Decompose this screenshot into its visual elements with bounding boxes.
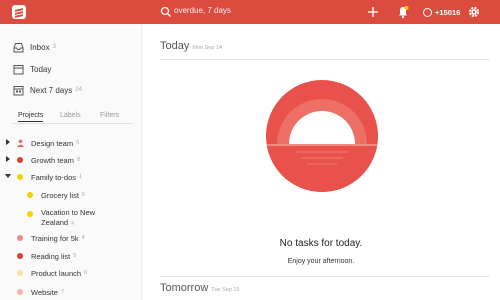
project-color-dot: [27, 192, 33, 198]
section-today-header: Today Mon Sep 14: [160, 40, 222, 52]
sidebar-tabs: Projects Labels Filters: [13, 110, 133, 124]
expand-arrow-icon[interactable]: [6, 139, 10, 145]
sunset-illustration: [266, 80, 378, 192]
project-count: 8: [76, 157, 80, 163]
section-date: Tue Sep 15: [211, 287, 240, 293]
project-training-5k[interactable]: Training for 5k 4: [17, 232, 85, 244]
bell-icon[interactable]: [396, 5, 410, 19]
section-tomorrow-header: Tomorrow Tue Sep 15: [160, 282, 240, 294]
project-count: 7: [60, 289, 65, 295]
nav-count: 3: [52, 44, 56, 50]
top-bar: overdue, 7 days +15016: [0, 0, 500, 24]
nav-next-7-days[interactable]: Next 7 days 24: [13, 83, 82, 97]
karma-icon: [423, 7, 432, 17]
project-count: 6: [76, 140, 80, 146]
project-label: Grocery list: [41, 190, 79, 200]
plus-icon[interactable]: [366, 5, 380, 19]
main-content: Today Mon Sep 14 No tasks for today. Enjo…: [142, 24, 500, 300]
project-color-dot: [17, 235, 23, 241]
search-input[interactable]: overdue, 7 days: [174, 6, 231, 15]
project-reading-list[interactable]: Reading list 5: [17, 250, 76, 262]
sidebar: Inbox 3 Today Next 7 days 24 Projects La…: [0, 24, 142, 300]
project-growth-team[interactable]: Growth team 8: [17, 154, 80, 166]
project-color-dot: [17, 289, 23, 295]
project-color-dot: [17, 174, 23, 180]
gear-icon[interactable]: [467, 5, 481, 19]
project-color-dot: [17, 157, 23, 163]
tab-labels[interactable]: Labels: [60, 112, 81, 119]
karma-value: +15016: [435, 7, 461, 17]
tab-projects[interactable]: Projects: [18, 112, 44, 122]
search-icon: [160, 6, 171, 17]
tab-filters[interactable]: Filters: [100, 112, 119, 119]
empty-state-subtitle: Enjoy your afternoon.: [287, 258, 355, 265]
project-label: Reading list: [31, 251, 71, 261]
project-label: Product launch: [31, 268, 82, 278]
project-label: Growth team: [31, 155, 74, 165]
project-count: 5: [73, 253, 77, 259]
project-label: Training for 5k: [31, 233, 79, 243]
project-label: Vacation to New: [41, 208, 96, 217]
project-grocery-list[interactable]: Grocery list 6: [27, 189, 85, 201]
nav-label: Inbox: [30, 42, 50, 52]
calendar-week-icon: [13, 85, 24, 95]
project-count: 4: [71, 221, 75, 227]
nav-label: Next 7 days: [30, 85, 73, 95]
inbox-icon: [13, 42, 24, 52]
project-website[interactable]: Website 7: [17, 286, 64, 298]
project-count: 4: [81, 235, 85, 241]
section-date: Mon Sep 14: [192, 45, 223, 51]
section-title: Tomorrow: [160, 282, 209, 294]
project-color-dot: [17, 270, 23, 276]
project-color-dot: [27, 211, 33, 217]
nav-count: 24: [75, 87, 82, 93]
project-label: Design team: [31, 138, 74, 148]
person-icon: [17, 139, 24, 147]
divider: [160, 59, 490, 60]
empty-state-title: No tasks for today.: [279, 238, 363, 249]
nav-label: Today: [30, 64, 52, 74]
project-family-todos[interactable]: Family to-dos 1: [17, 171, 82, 183]
calendar-icon: [13, 64, 24, 74]
nav-inbox[interactable]: Inbox 3: [13, 40, 56, 54]
project-count: 6: [81, 192, 85, 198]
project-count: 6: [84, 270, 88, 276]
nav-today[interactable]: Today: [13, 62, 51, 76]
todoist-logo-icon[interactable]: [12, 5, 26, 19]
karma-indicator[interactable]: +15016: [423, 5, 460, 19]
section-title: Today: [160, 40, 190, 52]
project-label-line2: Zealand: [41, 218, 69, 227]
project-design-team[interactable]: Design team 6: [17, 137, 79, 149]
search-box[interactable]: overdue, 7 days: [158, 4, 348, 20]
collapse-arrow-icon[interactable]: [5, 174, 11, 178]
project-product-launch[interactable]: Product launch 6: [17, 267, 87, 279]
project-label: Family to-dos: [31, 172, 77, 182]
project-vacation[interactable]: Vacation to New Zealand 4: [27, 208, 95, 230]
project-label: Website: [31, 287, 58, 297]
divider: [160, 276, 490, 277]
expand-arrow-icon[interactable]: [6, 156, 10, 162]
project-color-dot: [17, 253, 23, 259]
project-count: 1: [79, 174, 83, 180]
